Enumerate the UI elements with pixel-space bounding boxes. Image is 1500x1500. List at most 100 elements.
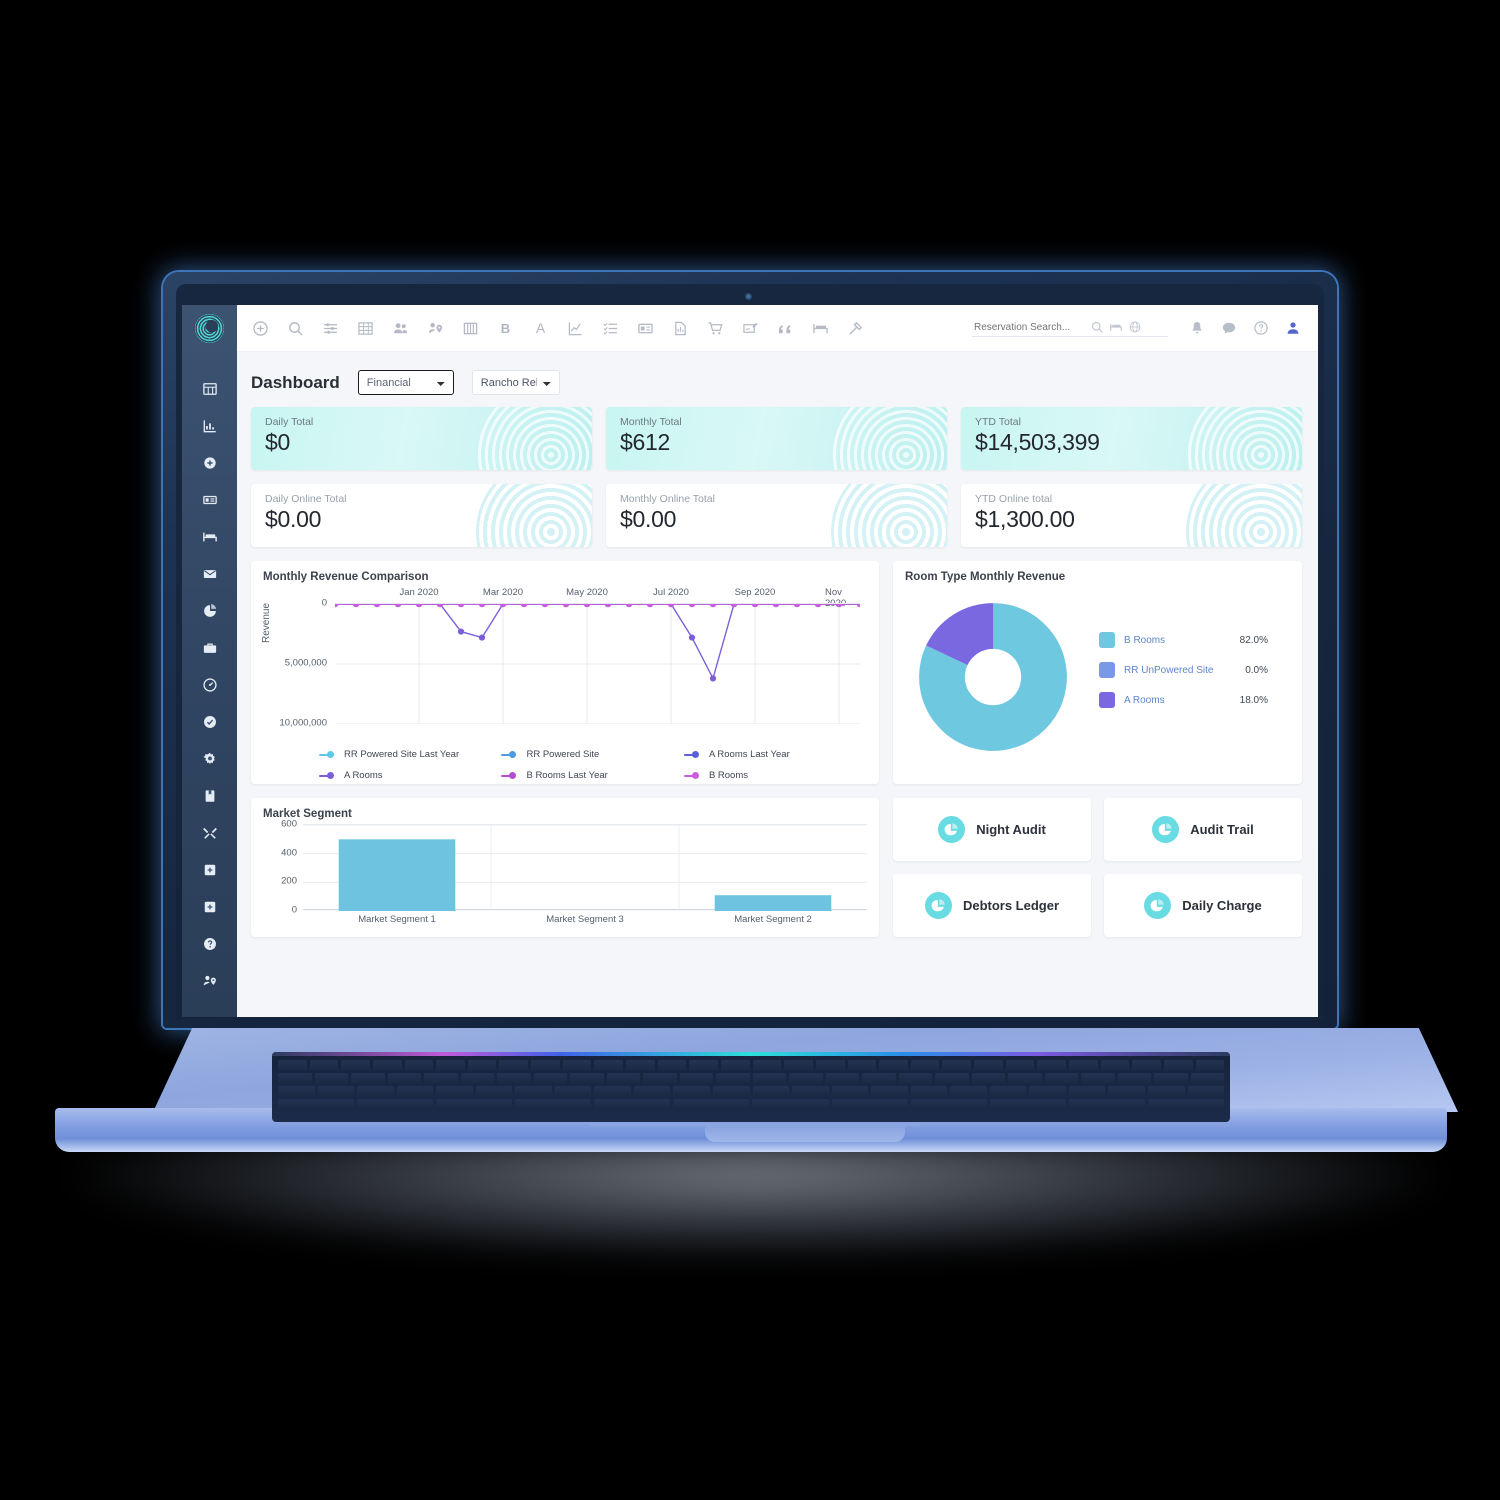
keyboard-key [1100,1060,1130,1071]
data-point [688,600,696,608]
keyboard-key [1081,1073,1115,1084]
sidebar-item-settings[interactable] [182,740,237,777]
sidebar-item-analytics[interactable] [182,592,237,629]
kpi-card-monthly-total[interactable]: Monthly Total $612 [606,407,947,470]
legend-label: RR UnPowered Site [1124,664,1214,676]
keyboard-key [862,1073,896,1084]
kpi-card-monthly-online-total[interactable]: Monthly Online Total $0.00 [606,484,947,547]
monthly-revenue-comparison-card: Monthly Revenue Comparison Jan 2020 Mar 2… [251,561,879,784]
keyboard-key [971,1073,1005,1084]
legend-item[interactable]: A Rooms Last Year [683,749,866,760]
legend-dot-swatch [327,772,334,779]
keyboard-key [460,1073,494,1084]
help-icon[interactable] [1246,313,1276,343]
keyboard-key [341,1060,370,1071]
sidebar-item-ledger[interactable] [182,777,237,814]
bar[interactable] [714,895,832,911]
legend-item[interactable]: A Rooms [319,770,501,781]
keyboard-key [436,1060,465,1071]
pie-chart-icon [924,892,952,919]
legend-item[interactable]: B Rooms [683,770,866,781]
sidebar-item-help[interactable] [182,925,237,962]
filters-icon[interactable] [313,312,348,344]
x-tick-label: Market Segment 1 [358,914,436,925]
dashboard-type-select[interactable]: Financial [357,370,454,395]
legend-item[interactable]: RR Powered Site [501,749,683,760]
keyboard-key [533,1073,567,1084]
sidebar-item-tasks[interactable] [182,703,237,740]
keyboard-key [562,1060,592,1071]
property-select[interactable]: Rancho Relaxo [471,370,560,395]
document-chart-icon[interactable] [663,312,698,344]
app-logo[interactable] [182,305,237,352]
tile-daily-charge[interactable]: Daily Charge [1104,874,1302,937]
reservation-search[interactable] [972,319,1168,337]
sidebar-item-briefcase[interactable] [182,629,237,666]
page-header: Dashboard Financial Rancho Relaxo [251,370,1302,395]
donut-legend-item[interactable]: RR UnPowered Site 0.0% [1099,662,1268,678]
keyboard-key [404,1060,434,1071]
keyboard-key [752,1099,829,1110]
kpi-card-daily-total[interactable]: Daily Total $0 [251,407,592,470]
keyboard-key [752,1086,790,1097]
checklist-icon[interactable] [593,312,628,344]
tile-debtors-ledger[interactable]: Debtors Ledger [893,874,1091,937]
plus-circle-icon[interactable] [243,312,278,344]
line-chart-icon[interactable] [558,312,593,344]
sidebar-item-add-box-1[interactable] [182,851,237,888]
data-point [478,634,486,641]
bell-icon[interactable] [1182,313,1212,343]
sidebar-item-add[interactable] [182,444,237,481]
sidebar-item-grid-table[interactable] [182,370,237,407]
chat-icon[interactable] [1214,313,1244,343]
tile-night-audit[interactable]: Night Audit [893,798,1091,861]
bed-icon[interactable] [1110,321,1122,333]
letter-a-icon[interactable]: A [523,312,558,344]
toolbar-right-group [1168,313,1318,343]
legend-item[interactable]: RR Powered Site Last Year [319,749,501,760]
kpi-card-ytd-online-total[interactable]: YTD Online total $1,300.00 [961,484,1302,547]
keyboard-key [467,1060,497,1071]
book-open-icon[interactable] [453,312,488,344]
keyboard-key [789,1073,823,1084]
kpi-card-daily-online-total[interactable]: Daily Online Total $0.00 [251,484,592,547]
grid-table-icon[interactable] [348,312,383,344]
left-sidebar [182,352,237,1017]
sidebar-item-messages[interactable] [182,555,237,592]
hammer-icon[interactable] [838,312,873,344]
sidebar-item-add-box-2[interactable] [182,888,237,925]
quote-icon[interactable] [768,312,803,344]
sidebar-item-maintenance[interactable] [182,814,237,851]
sidebar-item-dashboard-gauge[interactable] [182,666,237,703]
person-location-icon[interactable] [418,312,453,344]
sidebar-item-rooms[interactable] [182,518,237,555]
sign-edit-icon[interactable] [733,312,768,344]
legend-item[interactable]: B Rooms Last Year [501,770,683,781]
sidebar-item-id-card[interactable] [182,481,237,518]
search-input[interactable] [974,321,1084,333]
id-card-icon[interactable] [628,312,663,344]
kpi-card-ytd-total[interactable]: YTD Total $14,503,399 [961,407,1302,470]
legend-label: A Rooms Last Year [708,749,790,760]
user-icon[interactable] [1278,313,1308,343]
sidebar-item-groups[interactable] [182,962,237,999]
search-icon[interactable] [1091,321,1103,333]
shopping-cart-icon[interactable] [698,312,733,344]
tile-audit-trail[interactable]: Audit Trail [1104,798,1302,861]
keyboard-key [713,1086,750,1097]
keyboard-key [831,1099,908,1110]
concentric-circles-logo-icon [195,313,224,343]
keyboard-key [633,1086,671,1097]
legend-dot-swatch [691,751,699,758]
search-icon[interactable] [278,312,313,344]
people-icon[interactable] [383,312,418,344]
bar[interactable] [338,839,456,911]
bed-icon[interactable] [803,312,838,344]
keyboard-key [570,1073,604,1084]
donut-legend-item[interactable]: A Rooms 18.0% [1099,692,1268,708]
sidebar-item-reports[interactable] [182,407,237,444]
globe-icon[interactable] [1129,321,1141,333]
keyboard-key [673,1086,711,1097]
donut-legend-item[interactable]: B Rooms 82.0% [1099,632,1268,648]
bold-b-icon[interactable]: B [488,312,523,344]
